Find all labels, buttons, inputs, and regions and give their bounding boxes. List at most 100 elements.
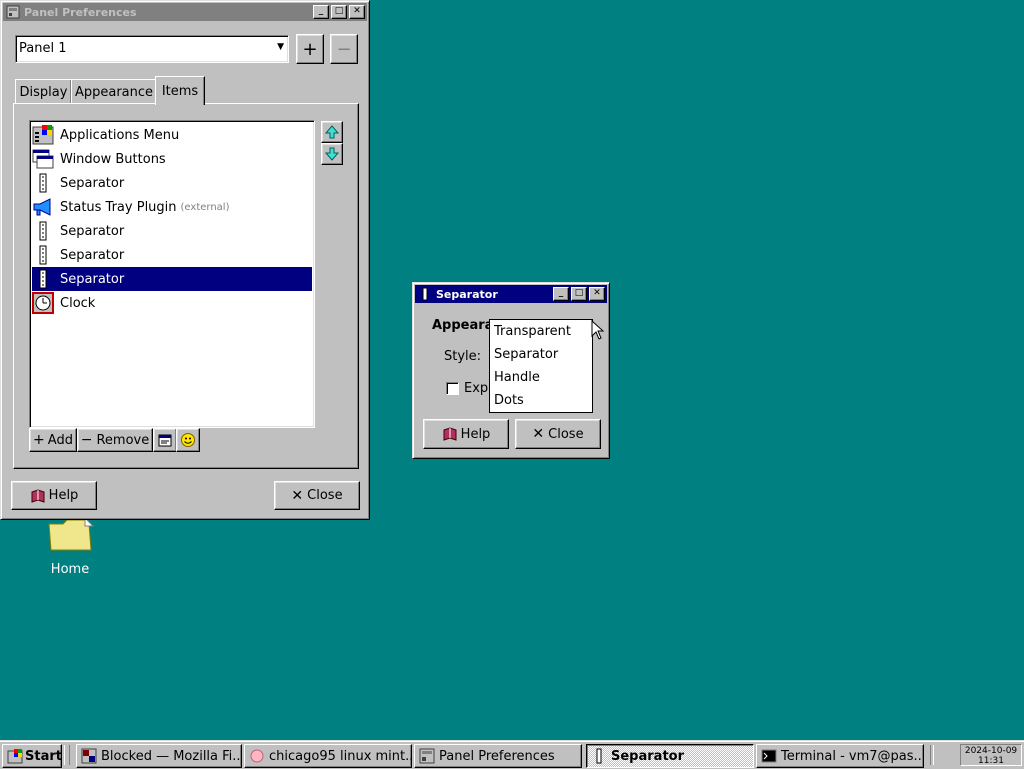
taskbar: Start Blocked — Mozilla Fi... chicago95 … (0, 740, 1024, 769)
items-tab-panel: Applications Menu Window Buttons Separat… (13, 103, 359, 469)
separator-dialog-title: Separator (436, 287, 498, 301)
close-icon: ✕ (353, 6, 361, 16)
task-label: chicago95 linux mint... (269, 748, 412, 764)
list-item[interactable]: Separator (32, 243, 312, 267)
separator-icon (596, 748, 602, 764)
list-item-selected[interactable]: Separator (32, 267, 312, 291)
list-item[interactable]: Clock (32, 291, 312, 315)
minimize-icon: _ (558, 288, 564, 298)
start-label: Start (25, 748, 62, 764)
task-label: Separator (611, 748, 684, 764)
separator-icon (422, 287, 428, 301)
maximize-button[interactable]: □ (571, 287, 587, 301)
style-option-dots[interactable]: Dots (490, 389, 592, 412)
list-item[interactable]: Status Tray Plugin (external) (32, 195, 312, 219)
task-chicago95[interactable]: chicago95 linux mint... (244, 744, 412, 768)
item-label: Separator (60, 175, 125, 191)
list-item[interactable]: Separator (32, 219, 312, 243)
maximize-button[interactable]: □ (331, 5, 347, 19)
panel-preferences-titlebar[interactable]: Panel Preferences _ □ ✕ (3, 3, 367, 21)
panel-select-value: Panel 1 (19, 41, 67, 56)
help-button[interactable]: Help (423, 419, 509, 449)
folder-icon (48, 516, 95, 551)
style-option-transparent[interactable]: Transparent (490, 320, 592, 343)
help-label: Help (460, 426, 491, 442)
tab-appearance-label: Appearance (74, 84, 154, 100)
task-firefox[interactable]: Blocked — Mozilla Fi... (76, 744, 242, 768)
smiley-icon (181, 433, 195, 447)
close-label: Close (548, 426, 584, 442)
minimize-button[interactable]: _ (313, 5, 329, 19)
clock-icon (32, 292, 54, 314)
minus-icon: − (80, 432, 93, 448)
mouse-cursor-icon (591, 320, 605, 340)
close-x-icon: ✕ (291, 487, 304, 504)
home-label: Home (50, 562, 90, 577)
panel-preferences-icon (6, 5, 20, 19)
plus-icon: + (302, 38, 318, 60)
panel-preferences-title: Panel Preferences (24, 5, 137, 19)
close-button[interactable]: ✕ Close (515, 419, 601, 449)
style-label: Style: (444, 349, 482, 364)
item-label: Separator (60, 223, 125, 239)
task-panel-preferences[interactable]: Panel Preferences (414, 744, 582, 768)
taskbar-divider (930, 745, 934, 765)
add-item-label: Add (47, 432, 73, 448)
clock-time: 11:31 (978, 756, 1004, 766)
item-properties-button[interactable] (153, 428, 177, 452)
item-about-button[interactable] (176, 428, 200, 452)
separator-icon (32, 268, 54, 290)
maximize-icon: □ (334, 6, 344, 16)
item-label: Separator (60, 271, 125, 287)
list-item[interactable]: Window Buttons (32, 147, 312, 171)
add-item-button[interactable]: + Add (29, 428, 77, 452)
arrow-down-icon (324, 147, 340, 161)
move-up-button[interactable] (321, 121, 343, 143)
task-label: Terminal - vm7@pas... (781, 748, 924, 764)
item-label: Separator (60, 247, 125, 263)
remove-panel-button[interactable]: − (330, 34, 358, 64)
items-list[interactable]: Applications Menu Window Buttons Separat… (29, 120, 315, 428)
add-panel-button[interactable]: + (296, 34, 324, 64)
start-button[interactable]: Start (2, 744, 62, 768)
task-label: Panel Preferences (439, 748, 555, 764)
terminal-icon (761, 749, 777, 763)
taskbar-handle (64, 745, 70, 765)
home-desktop-icon[interactable]: Home (38, 516, 102, 577)
help-button[interactable]: Help (11, 481, 97, 510)
minimize-button[interactable]: _ (553, 287, 569, 301)
task-terminal[interactable]: Terminal - vm7@pas... (756, 744, 924, 768)
panel-preferences-icon (419, 748, 435, 764)
list-item[interactable]: Applications Menu (32, 123, 312, 147)
remove-item-button[interactable]: − Remove (77, 428, 153, 452)
panel-preferences-window: Panel Preferences _ □ ✕ Panel 1 ▼ + − Di… (0, 0, 370, 520)
close-button[interactable]: ✕ Close (274, 481, 360, 510)
item-label: Clock (60, 295, 96, 311)
style-dropdown-menu: Transparent Separator Handle Dots (489, 319, 593, 413)
tab-items[interactable]: Items (155, 76, 205, 105)
close-icon: ✕ (593, 288, 601, 298)
list-item[interactable]: Separator (32, 171, 312, 195)
minimize-icon: _ (318, 6, 324, 16)
close-window-button[interactable]: ✕ (589, 287, 605, 301)
applications-menu-icon (32, 124, 54, 146)
expand-checkbox[interactable] (446, 382, 459, 395)
move-down-button[interactable] (321, 143, 343, 165)
help-label: Help (48, 488, 79, 503)
start-logo-icon (7, 749, 23, 764)
close-window-button[interactable]: ✕ (349, 5, 365, 19)
task-separator-active[interactable]: Separator (586, 744, 754, 768)
item-extra: (external) (180, 201, 230, 213)
megaphone-icon (32, 196, 54, 218)
tab-appearance[interactable]: Appearance (71, 79, 157, 104)
image-viewer-icon (250, 749, 264, 763)
tab-display-label: Display (19, 84, 68, 100)
separator-titlebar[interactable]: Separator _ □ ✕ (415, 285, 607, 303)
appearance-section-label: Appearance (432, 318, 496, 333)
style-option-handle[interactable]: Handle (490, 366, 592, 389)
panel-select[interactable]: Panel 1 ▼ (15, 35, 289, 63)
properties-icon (158, 434, 172, 447)
style-option-separator[interactable]: Separator (490, 343, 592, 366)
clock-tray[interactable]: 2024-10-09 11:31 (960, 744, 1022, 766)
tab-display[interactable]: Display (15, 79, 72, 104)
